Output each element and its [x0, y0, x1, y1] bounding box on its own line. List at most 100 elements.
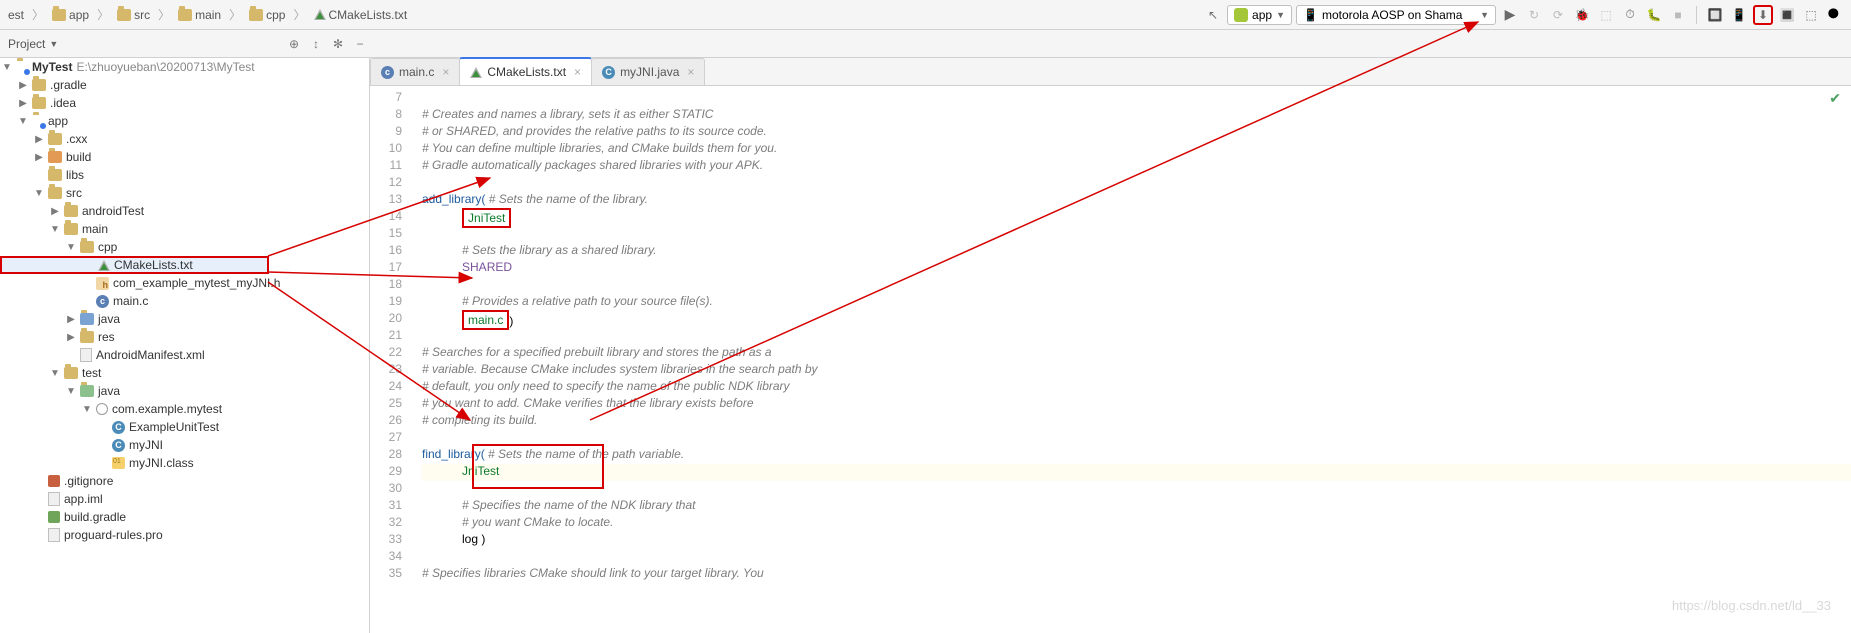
- avd-manager-button[interactable]: 📱: [1729, 5, 1749, 25]
- root-path: E:\zhuoyueban\20200713\MyTest: [76, 60, 254, 74]
- tree-item-buildgradle[interactable]: build.gradle: [0, 508, 369, 526]
- folder-icon: [117, 9, 131, 21]
- project-view-selector[interactable]: Project ▼: [0, 37, 58, 51]
- java-class-icon: C: [602, 66, 615, 79]
- build-button[interactable]: ↖: [1203, 5, 1223, 25]
- device-label: motorola AOSP on Shama: [1322, 8, 1463, 22]
- module-icon: [16, 61, 28, 73]
- tree-item-myjni[interactable]: CmyJNI: [0, 436, 369, 454]
- crumb-app[interactable]: app: [48, 6, 93, 24]
- tree-item-androidtest[interactable]: ▶androidTest: [0, 202, 369, 220]
- dropdown-icon: ▼: [1480, 10, 1489, 20]
- close-icon[interactable]: ×: [442, 65, 449, 79]
- sync-gradle-button[interactable]: 🔲: [1705, 5, 1725, 25]
- crumb-cpp[interactable]: cpp: [245, 6, 289, 24]
- folder-icon: [48, 169, 62, 181]
- crumb-main[interactable]: main: [174, 6, 225, 24]
- xml-file-icon: [80, 348, 92, 362]
- apply-changes-button[interactable]: ↻: [1524, 5, 1544, 25]
- tree-item-res[interactable]: ▶res: [0, 328, 369, 346]
- tree-item-main[interactable]: ▼main: [0, 220, 369, 238]
- expand-all-button[interactable]: ↕: [305, 33, 327, 55]
- tree-item-gradle[interactable]: ▶.gradle: [0, 76, 369, 94]
- chevron-down-icon: ▼: [66, 386, 76, 397]
- git-icon: [48, 475, 60, 487]
- chevron-down-icon: ▼: [34, 188, 44, 199]
- tree-root[interactable]: ▼ MyTest E:\zhuoyueban\20200713\MyTest: [0, 58, 369, 76]
- tree-item-cmakelists[interactable]: CMakeLists.txt: [0, 256, 269, 274]
- tree-item-java[interactable]: ▶java: [0, 310, 369, 328]
- tree-item-cxx[interactable]: ▶.cxx: [0, 130, 369, 148]
- folder-icon: [32, 79, 46, 91]
- chevron-down-icon: ▼: [2, 62, 12, 73]
- scroll-from-source-button[interactable]: ⊕: [283, 33, 305, 55]
- folder-icon: [80, 241, 94, 253]
- layout-inspector-button[interactable]: ⬚: [1801, 5, 1821, 25]
- dropdown-icon: ▼: [49, 39, 58, 49]
- crumb-src[interactable]: src: [113, 6, 154, 24]
- cmake-icon: [470, 67, 482, 78]
- hide-panel-button[interactable]: −: [349, 33, 371, 55]
- tree-item-idea[interactable]: ▶.idea: [0, 94, 369, 112]
- tree-item-test[interactable]: ▼test: [0, 364, 369, 382]
- code-editor[interactable]: 7891011121314151617181920212223242526272…: [370, 86, 1851, 633]
- tree-item-myjni-class[interactable]: myJNI.class: [0, 454, 369, 472]
- search-button[interactable]: [1825, 5, 1845, 25]
- folder-icon: [80, 313, 94, 325]
- chevron-right-icon: ▶: [18, 80, 28, 91]
- watermark: https://blog.csdn.net/ld__33: [1672, 598, 1831, 613]
- c-file-icon: c: [96, 295, 109, 308]
- tree-item-mainc[interactable]: cmain.c: [0, 292, 369, 310]
- folder-icon: [249, 9, 263, 21]
- chevron-right-icon: ▶: [34, 134, 44, 145]
- tree-item-package[interactable]: ▼com.example.mytest: [0, 400, 369, 418]
- phone-icon: 📱: [1303, 8, 1318, 22]
- stop-button[interactable]: ■: [1668, 5, 1688, 25]
- run-config-label: app: [1252, 8, 1272, 22]
- tree-item-manifest[interactable]: AndroidManifest.xml: [0, 346, 369, 364]
- tree-item-app[interactable]: ▼app: [0, 112, 369, 130]
- dropdown-icon: ▼: [1276, 10, 1285, 20]
- toolbar: ↖ app ▼ 📱motorola AOSP on Shama ▼ ▶ ↻ ⟳ …: [1203, 5, 1851, 25]
- tree-item-appiml[interactable]: app.iml: [0, 490, 369, 508]
- tree-item-java2[interactable]: ▼java: [0, 382, 369, 400]
- rerun-button[interactable]: ⟳: [1548, 5, 1568, 25]
- gradle-icon: [48, 511, 60, 523]
- tree-item-build[interactable]: ▶build: [0, 148, 369, 166]
- tab-mainc[interactable]: cmain.c×: [370, 58, 460, 85]
- project-settings-button[interactable]: ✻: [327, 33, 349, 55]
- editor-tabs: cmain.c× CMakeLists.txt× CmyJNI.java×: [370, 58, 1851, 86]
- profile-button[interactable]: ⏱: [1620, 5, 1640, 25]
- chevron-right-icon: ▶: [50, 206, 60, 217]
- class-icon: C: [112, 439, 125, 452]
- folder-icon: [32, 97, 46, 109]
- tree-item-src[interactable]: ▼src: [0, 184, 369, 202]
- chevron-right-icon: ▶: [66, 332, 76, 343]
- compiled-class-icon: [112, 457, 125, 469]
- tree-item-jni-header[interactable]: com_example_mytest_myJNI.h: [0, 274, 369, 292]
- tab-cmakelists[interactable]: CMakeLists.txt×: [459, 57, 592, 85]
- chevron-right-icon: ▶: [18, 98, 28, 109]
- chevron-down-icon: ▼: [18, 116, 28, 127]
- class-icon: C: [112, 421, 125, 434]
- tree-item-exampleunittest[interactable]: CExampleUnitTest: [0, 418, 369, 436]
- crumb-file[interactable]: CMakeLists.txt: [310, 6, 412, 24]
- device-selector[interactable]: 📱 motorola AOSP on Shama ▼: [1296, 5, 1496, 25]
- run-button[interactable]: ▶: [1500, 5, 1520, 25]
- tab-myjni[interactable]: CmyJNI.java×: [591, 58, 705, 85]
- attach-debugger-button[interactable]: 🐛: [1644, 5, 1664, 25]
- debug-button[interactable]: 🐞: [1572, 5, 1592, 25]
- cmake-icon: [98, 260, 110, 271]
- crumb-root[interactable]: est: [4, 6, 28, 24]
- tree-item-cpp[interactable]: ▼cpp: [0, 238, 369, 256]
- resource-manager-button[interactable]: 🔳: [1777, 5, 1797, 25]
- tree-item-libs[interactable]: libs: [0, 166, 369, 184]
- close-icon[interactable]: ×: [687, 65, 694, 79]
- code-content[interactable]: ✔ # Creates and names a library, sets it…: [410, 86, 1851, 633]
- sdk-manager-button[interactable]: ⬇: [1753, 5, 1773, 25]
- tree-item-gitignore[interactable]: .gitignore: [0, 472, 369, 490]
- coverage-button[interactable]: ⬚: [1596, 5, 1616, 25]
- close-icon[interactable]: ×: [574, 65, 581, 79]
- tree-item-proguard[interactable]: proguard-rules.pro: [0, 526, 369, 544]
- run-config-selector[interactable]: app ▼: [1227, 5, 1292, 25]
